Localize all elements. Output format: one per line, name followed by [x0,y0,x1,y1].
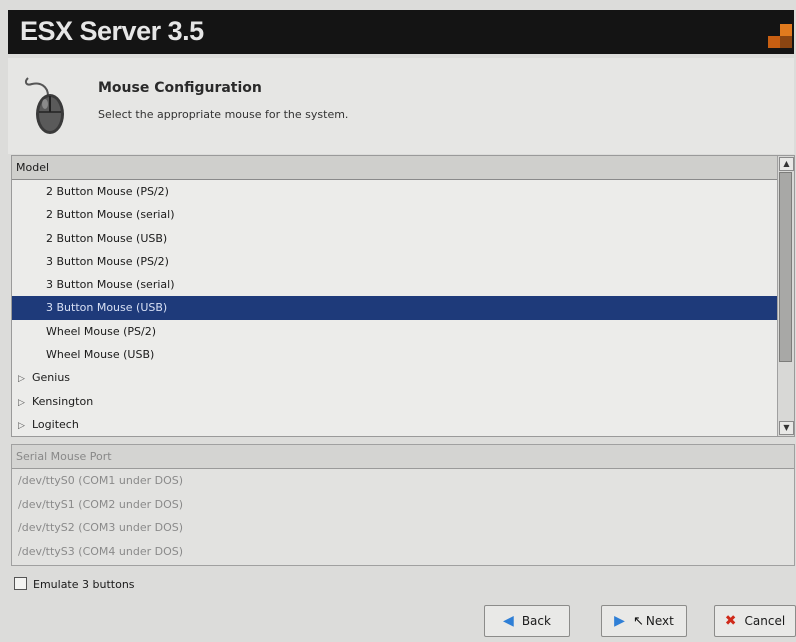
scroll-down-arrow-icon[interactable]: ▼ [779,421,794,435]
product-name: ESX Server 3.5 [20,16,204,46]
model-row[interactable]: 2 Button Mouse (serial) [12,203,780,226]
model-group-row[interactable]: ▷ Kensington [12,390,780,413]
expander-triangle-icon[interactable]: ▷ [18,392,32,415]
serial-rows: /dev/ttyS0 (COM1 under DOS) /dev/ttyS1 (C… [12,469,794,563]
serial-port-row: /dev/ttyS0 (COM1 under DOS) [18,474,184,487]
serial-port-row: /dev/ttyS3 (COM4 under DOS) [18,544,184,558]
model-column-header[interactable]: Model [12,156,778,180]
model-label: Wheel Mouse (USB) [46,348,155,362]
back-button[interactable]: ◀ Back [484,605,570,637]
model-label: 3 Button Mouse (PS/2) [46,254,169,268]
title-banner: ESX Server 3.5 [8,10,794,54]
model-label: 2 Button Mouse (PS/2) [46,185,169,198]
checkbox-icon[interactable] [14,577,27,590]
next-button[interactable]: ▶ ↖ Next [601,605,687,637]
model-label: Wheel Mouse (PS/2) [46,324,157,338]
cancel-button[interactable]: ✖ Cancel [714,605,796,637]
model-row[interactable]: Wheel Mouse (USB) [12,343,780,366]
model-row[interactable]: 3 Button Mouse (serial) [12,273,780,296]
model-list-scrollbar[interactable]: ▲ ▼ [777,156,794,436]
next-label: Next [645,614,674,628]
model-rows: 2 Button Mouse (PS/2) 2 Button Mouse (ser… [12,180,780,436]
arrow-left-icon: ◀ [503,613,514,629]
mouse-pointer-icon: ↖ [632,613,644,629]
model-label: 2 Button Mouse (USB) [46,231,168,245]
emulate-3-buttons-checkbox[interactable]: Emulate 3 buttons [14,577,135,591]
model-label: 3 Button Mouse (USB) [46,301,168,315]
model-group-row[interactable]: ▷ Logitech [12,413,780,436]
page-subtitle: Select the appropriate mouse for the sys… [98,108,349,121]
model-label: 2 Button Mouse (serial) [46,208,175,222]
x-icon: ✖ [724,613,737,629]
page-header: Mouse Configuration Select the appropria… [8,58,794,154]
arrow-right-icon: ▶ [614,613,625,629]
model-row[interactable]: 3 Button Mouse (PS/2) [12,250,780,273]
expander-triangle-icon[interactable]: ▷ [18,415,32,436]
expander-triangle-icon[interactable]: ▷ [18,368,32,391]
model-row[interactable]: 3 Button Mouse (USB) [12,296,780,320]
model-label: 3 Button Mouse (serial) [46,278,175,292]
serial-column-header: Serial Mouse Port [12,445,794,469]
model-row[interactable]: 2 Button Mouse (USB) [12,227,780,250]
model-row[interactable]: Wheel Mouse (PS/2) [12,320,780,343]
scroll-up-arrow-icon[interactable]: ▲ [779,157,794,171]
back-label: Back [521,614,551,628]
cancel-label: Cancel [744,614,786,628]
model-group-label: Kensington [32,394,94,408]
model-group-row[interactable]: ▷ Genius [12,366,780,389]
emulate-label: Emulate 3 buttons [33,578,135,591]
scrollbar-thumb[interactable] [779,172,792,362]
model-row[interactable]: 2 Button Mouse (PS/2) [12,180,780,203]
serial-port-row: /dev/ttyS1 (COM2 under DOS) [18,497,184,511]
serial-port-row: /dev/ttyS2 (COM3 under DOS) [18,521,184,534]
mouse-model-list[interactable]: Model 2 Button Mouse (PS/2) 2 Button Mous… [11,155,795,437]
page-title: Mouse Configuration [98,80,262,96]
serial-port-list: Serial Mouse Port /dev/ttyS0 (COM1 under… [11,444,795,566]
mouse-icon [24,77,64,134]
vmware-logo-icon [768,24,792,48]
model-group-label: Genius [32,371,71,385]
model-group-label: Logitech [32,417,79,431]
